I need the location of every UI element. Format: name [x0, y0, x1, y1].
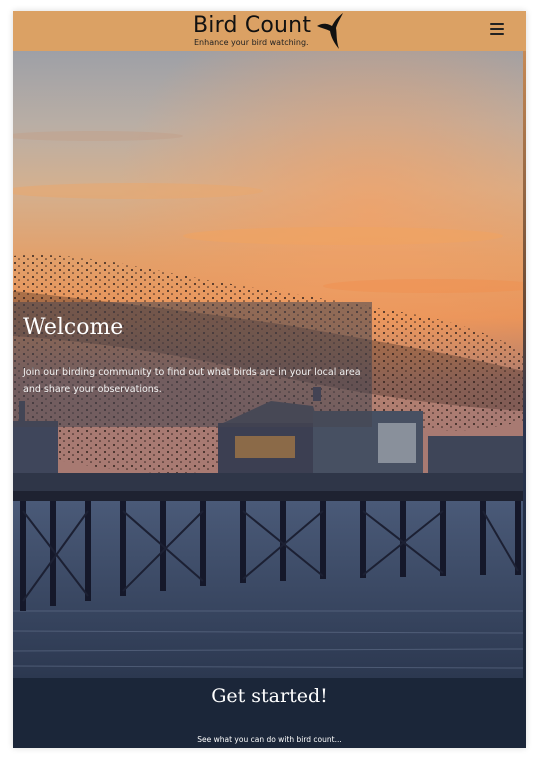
get-started-subtext: See what you can do with bird count... — [197, 735, 342, 744]
welcome-heading: Welcome — [23, 315, 124, 340]
site-logo[interactable]: Bird Count Enhance your bird watching. — [193, 12, 353, 50]
page-frame: Bird Count Enhance your bird watching. W… — [13, 11, 526, 748]
site-title: Bird Count — [193, 13, 312, 38]
site-header: Bird Count Enhance your bird watching. — [13, 11, 526, 51]
get-started-heading: Get started! — [211, 685, 328, 707]
site-tagline: Enhance your bird watching. — [194, 38, 309, 47]
hamburger-menu-icon[interactable] — [490, 23, 504, 37]
welcome-description: Join our birding community to find out w… — [23, 367, 361, 395]
swallow-icon — [317, 13, 343, 49]
hero-edge-shadow — [523, 51, 526, 678]
